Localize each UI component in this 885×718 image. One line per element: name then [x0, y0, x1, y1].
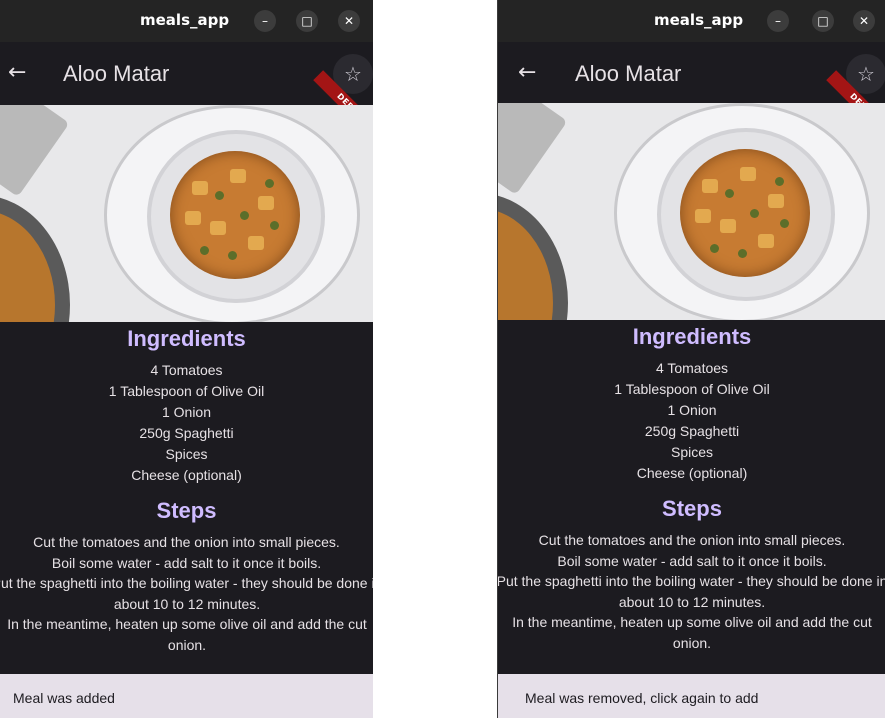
close-button[interactable]: ✕: [338, 10, 360, 32]
step-item: In the meantime, heaten up some olive oi…: [512, 614, 872, 651]
close-button[interactable]: ✕: [853, 10, 875, 32]
snackbar-message: Meal was removed, click again to add: [525, 690, 759, 706]
window-titlebar: meals_app – □ ✕: [498, 0, 885, 42]
minimize-button[interactable]: –: [254, 10, 276, 32]
app-bar: ← Aloo Matar ☆ DEBUG: [498, 42, 885, 144]
meal-details: Ingredients 4 Tomatoes 1 Tablespoon of O…: [0, 322, 373, 655]
steps-heading: Steps: [662, 496, 722, 521]
food-shape: [680, 149, 810, 277]
snackbar: Meal was removed, click again to add: [498, 674, 885, 718]
ingredient-item: 1 Tablespoon of Olive Oil: [108, 383, 265, 399]
ingredient-item: 1 Onion: [667, 402, 717, 418]
back-arrow-icon[interactable]: ←: [8, 61, 26, 85]
maximize-button[interactable]: □: [296, 10, 318, 32]
step-item: Cut the tomatoes and the onion into smal…: [538, 532, 846, 548]
app-window-left: meals_app – □ ✕ ← Aloo Matar ☆ DEBUG: [0, 0, 373, 718]
star-icon: ☆: [344, 62, 362, 86]
plate-shape: [614, 103, 870, 320]
ingredient-item: Spices: [165, 446, 208, 462]
meal-image: [498, 103, 885, 320]
bowl-shape: [657, 128, 835, 301]
ingredient-item: 1 Onion: [161, 404, 212, 420]
towel-shape: [0, 105, 70, 197]
step-item: Put the spaghetti into the boiling water…: [0, 575, 373, 612]
snackbar-message: Meal was added: [13, 690, 115, 706]
meal-title: Aloo Matar: [63, 61, 170, 86]
step-item: Put the spaghetti into the boiling water…: [497, 573, 885, 610]
app-bar: ← Aloo Matar ☆ DEBUG: [0, 42, 373, 144]
meal-image: [0, 105, 373, 322]
step-item: Cut the tomatoes and the onion into smal…: [33, 534, 340, 550]
ingredient-item: 250g Spaghetti: [644, 423, 740, 439]
ingredient-item: Spices: [670, 444, 714, 460]
app-window-right: meals_app – □ ✕ ← Aloo Matar ☆ DEBUG: [497, 0, 885, 718]
step-item: Boil some water - add salt to it once it…: [51, 554, 322, 571]
ingredient-item: 250g Spaghetti: [139, 425, 234, 441]
ingredients-heading: Ingredients: [127, 326, 246, 351]
maximize-button[interactable]: □: [812, 10, 834, 32]
star-icon: ☆: [857, 62, 875, 86]
food-shape: [170, 151, 300, 279]
ingredient-item: 1 Tablespoon of Olive Oil: [614, 381, 770, 397]
steps-heading: Steps: [156, 498, 217, 523]
ingredient-item: Cheese (optional): [636, 465, 748, 481]
meal-title: Aloo Matar: [575, 61, 682, 86]
ingredient-item: 4 Tomatoes: [655, 360, 729, 376]
ingredients-heading: Ingredients: [632, 324, 752, 349]
back-arrow-icon[interactable]: ←: [518, 61, 536, 85]
step-item: In the meantime, heaten up some olive oi…: [7, 616, 367, 653]
meal-details: Ingredients 4 Tomatoes 1 Tablespoon of O…: [498, 320, 885, 653]
ingredient-item: 4 Tomatoes: [150, 362, 223, 378]
snackbar: Meal was added: [0, 674, 373, 718]
ingredient-item: Cheese (optional): [131, 467, 242, 483]
minimize-button[interactable]: –: [767, 10, 789, 32]
plate-shape: [104, 105, 360, 322]
window-titlebar: meals_app – □ ✕: [0, 0, 373, 42]
window-title: meals_app: [654, 11, 744, 29]
step-item: Boil some water - add salt to it once it…: [557, 552, 827, 569]
towel-shape: [498, 103, 568, 195]
bowl-shape: [147, 130, 325, 303]
window-title: meals_app: [140, 11, 230, 29]
